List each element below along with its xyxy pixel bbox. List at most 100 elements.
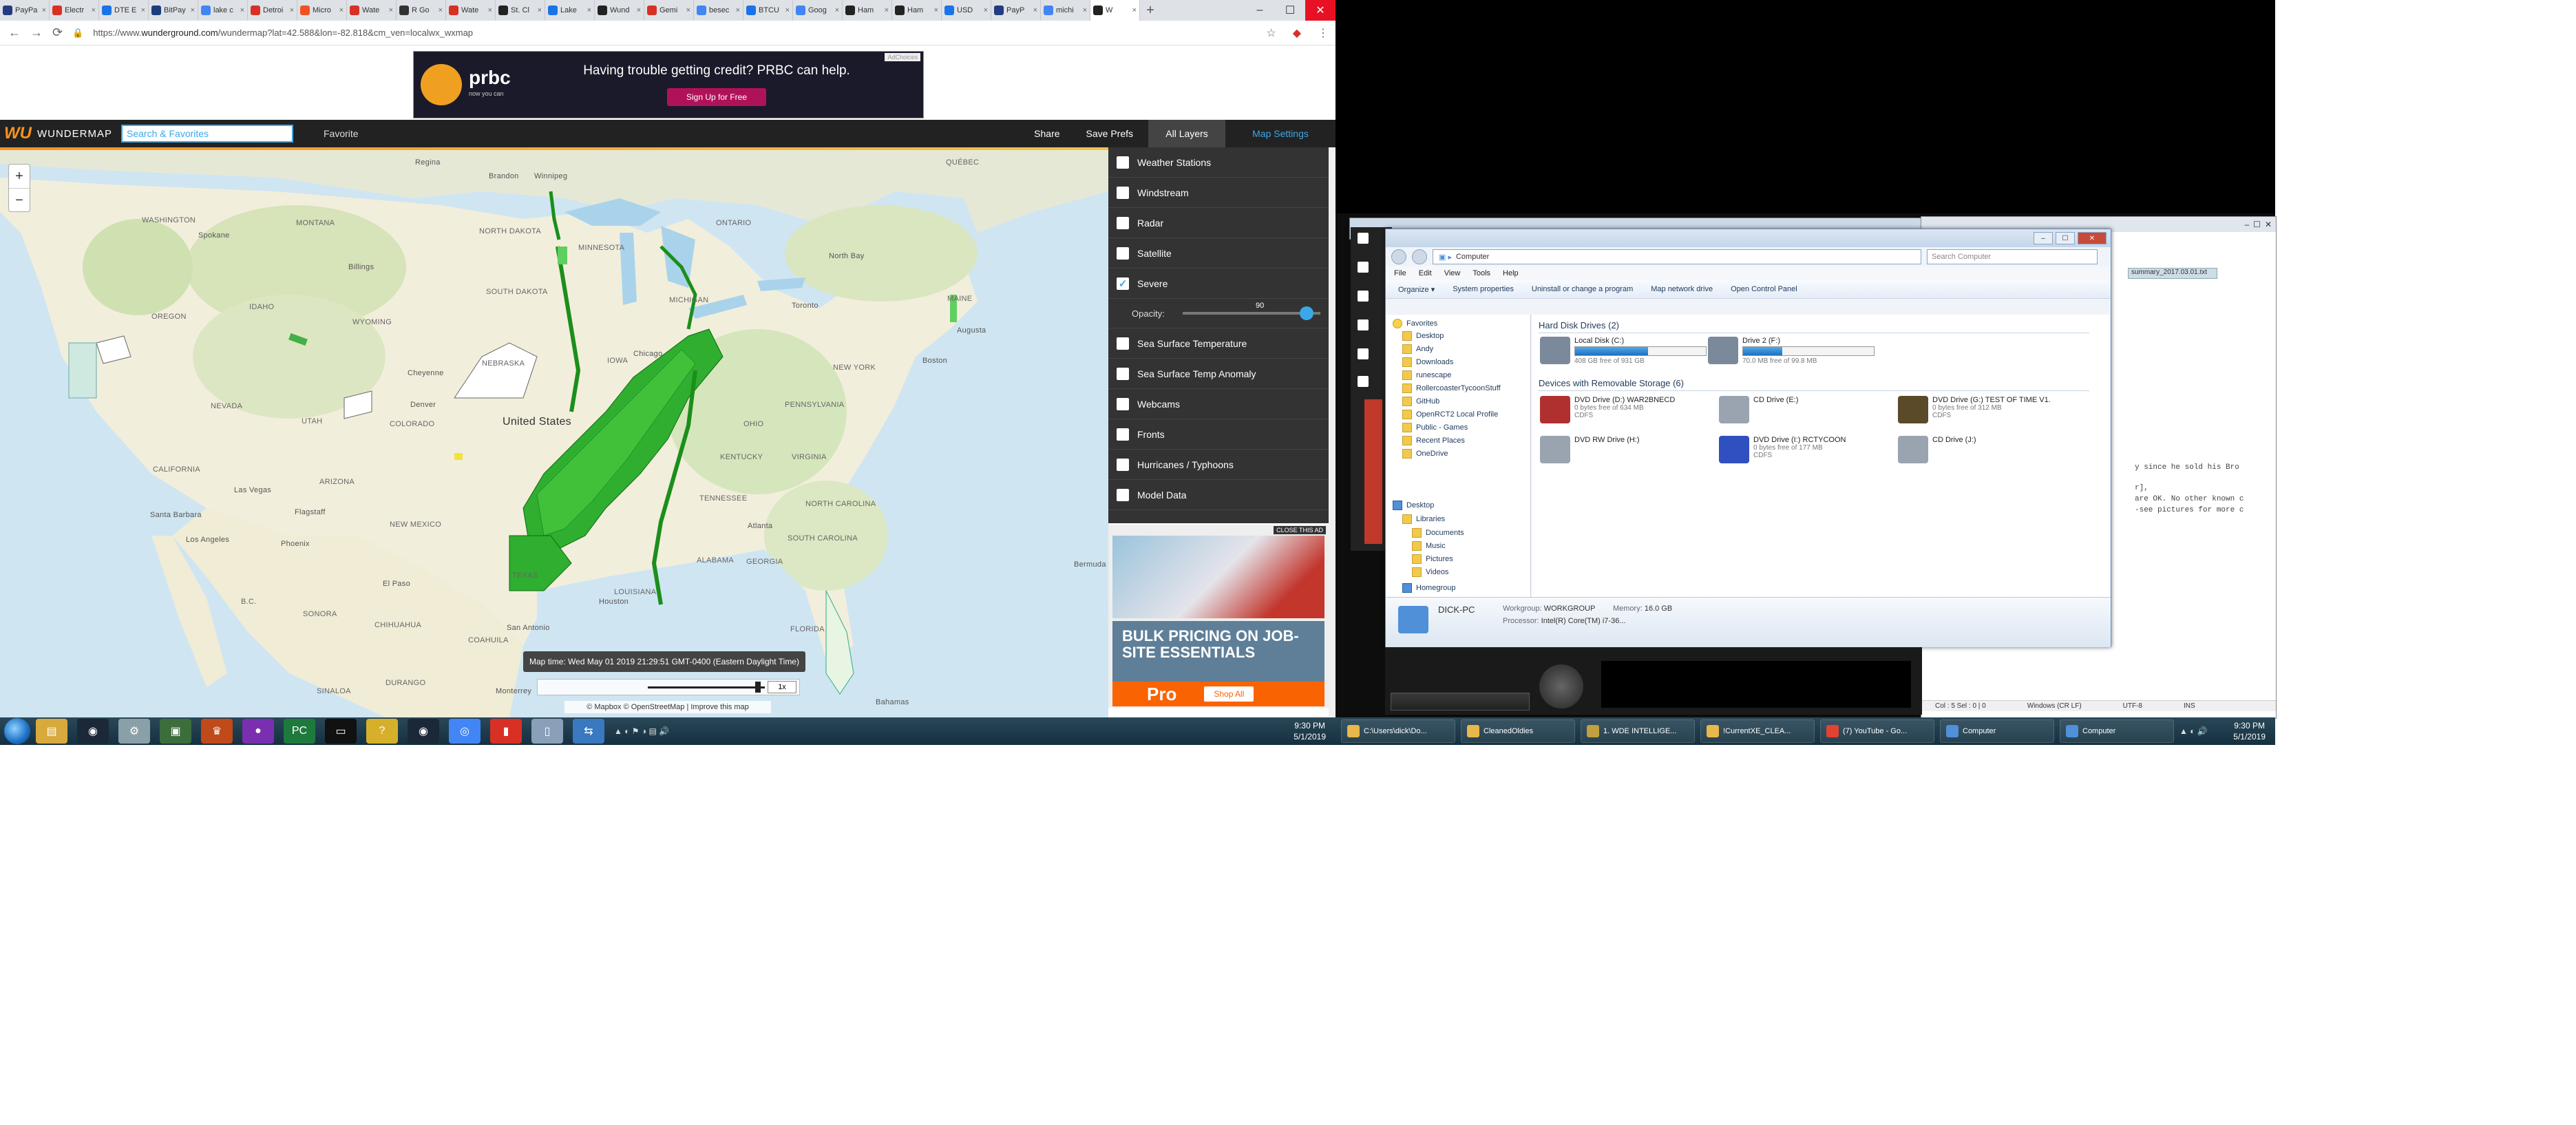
layer-item[interactable]: Satellite [1108, 238, 1329, 269]
share-link[interactable]: Share [1034, 128, 1059, 139]
media-pin-icon[interactable]: ● [242, 719, 274, 744]
tab-all-layers[interactable]: All Layers [1148, 120, 1225, 147]
settings-pin-icon[interactable]: ⚙ [118, 719, 150, 744]
taskbar-task[interactable]: C:\Users\dick\Do... [1341, 719, 1455, 743]
reload-icon[interactable]: ⟳ [52, 25, 63, 40]
browser-tab[interactable]: Wate × [446, 0, 496, 21]
browser-tab[interactable]: Micro × [297, 0, 347, 21]
layer-checkbox[interactable] [1117, 428, 1129, 441]
menu-item[interactable]: View [1444, 269, 1461, 277]
layer-checkbox[interactable] [1117, 488, 1129, 501]
tab-close-icon[interactable]: × [42, 6, 46, 14]
nav-favorite-item[interactable]: Recent Places [1402, 436, 1465, 445]
timeline-handle[interactable] [755, 682, 761, 693]
browser-tab[interactable]: Electr × [50, 0, 99, 21]
nav-desktop[interactable]: Desktop [1393, 501, 1434, 510]
menu-item[interactable]: Help [1503, 269, 1519, 277]
browser-tab[interactable]: PayP × [991, 0, 1041, 21]
side-advertisement[interactable]: CLOSE THIS AD BULK PRICING ON JOB-SITE E… [1108, 525, 1329, 708]
layer-item[interactable]: Fronts [1108, 419, 1329, 450]
toolbar-button[interactable]: Organize ▾ [1398, 285, 1435, 294]
menu-item[interactable]: File [1394, 269, 1406, 277]
notepad-minimize[interactable]: – [2244, 220, 2249, 229]
tab-close-icon[interactable]: × [191, 6, 195, 14]
taskbar-task[interactable]: !CurrentXE_CLEA... [1700, 719, 1815, 743]
browser-tab[interactable]: Gemi × [644, 0, 694, 21]
back-icon[interactable]: ← [8, 25, 21, 40]
nav-favorite-item[interactable]: RollercoasterTycoonStuff [1402, 383, 1501, 393]
taskbar-task[interactable]: CleanedOldies [1461, 719, 1575, 743]
browser-tab[interactable]: St. Cl × [496, 0, 545, 21]
taskbar-task[interactable]: Computer [1940, 719, 2054, 743]
nav-homegroup[interactable]: Homegroup [1402, 583, 1455, 593]
layer-checkbox[interactable] [1117, 458, 1129, 471]
page-scrollbar[interactable] [1329, 147, 1335, 717]
group-removable[interactable]: Devices with Removable Storage (6) [1539, 378, 2089, 391]
nav-favorite-item[interactable]: OpenRCT2 Local Profile [1402, 410, 1498, 419]
taskbar-task[interactable]: (7) YouTube - Go... [1820, 719, 1934, 743]
menu-icon[interactable]: ⋮ [1318, 26, 1329, 40]
layer-item[interactable]: Weather Stations [1108, 147, 1329, 178]
tab-close-icon[interactable]: × [141, 6, 145, 14]
terminal-pin-icon[interactable]: ▭ [325, 719, 357, 744]
pycharm-pin-icon[interactable]: PC [284, 719, 315, 744]
browser-tab[interactable]: Ham × [892, 0, 942, 21]
browser-tab[interactable]: Wund × [595, 0, 644, 21]
tab-close-icon[interactable]: × [587, 6, 591, 14]
browser-tab[interactable]: BitPay × [149, 0, 198, 21]
clock-right[interactable]: 9:30 PM 5/1/2019 [2233, 720, 2266, 742]
browser-tab[interactable]: W × [1090, 0, 1140, 21]
layer-checkbox[interactable] [1117, 156, 1129, 169]
tab-close-icon[interactable]: × [637, 6, 641, 14]
nav-library-item[interactable]: Videos [1412, 567, 1448, 577]
layer-checkbox[interactable] [1117, 216, 1129, 229]
notepad-close[interactable]: ✕ [2265, 220, 2272, 229]
network-pin-icon[interactable]: ⇆ [573, 719, 604, 744]
speed-select[interactable]: 1x [768, 681, 796, 693]
close-ad-button[interactable]: CLOSE THIS AD [1274, 526, 1326, 534]
explorer-search-input[interactable]: Search Computer [1927, 249, 2098, 264]
explorer-pin-icon[interactable]: ▤ [36, 719, 67, 744]
tab-close-icon[interactable]: × [389, 6, 393, 14]
strip-checkbox[interactable] [1358, 348, 1369, 359]
save-prefs-link[interactable]: Save Prefs [1086, 128, 1133, 139]
strip-checkbox[interactable] [1358, 376, 1369, 387]
tab-close-icon[interactable]: × [538, 6, 542, 14]
tab-close-icon[interactable]: × [488, 6, 492, 14]
url-field[interactable]: https://www.wunderground.com/wundermap?l… [93, 28, 1256, 38]
nav-favorites[interactable]: Favorites [1393, 319, 1437, 328]
browser-tab[interactable]: besec × [694, 0, 743, 21]
opacity-slider-handle[interactable] [1299, 306, 1313, 320]
timeline-track[interactable] [648, 686, 765, 688]
notes-pin-icon[interactable]: ▯ [531, 719, 563, 744]
nav-library-item[interactable]: Music [1412, 541, 1446, 551]
browser-tab[interactable]: Lake × [545, 0, 595, 21]
steam-pin-icon[interactable]: ◉ [77, 719, 109, 744]
steam2-pin-icon[interactable]: ◉ [408, 719, 439, 744]
tab-close-icon[interactable]: × [339, 6, 344, 14]
nav-library-item[interactable]: Pictures [1412, 554, 1453, 564]
star-icon[interactable]: ☆ [1266, 26, 1276, 40]
zoom-in-button[interactable]: + [9, 165, 30, 189]
ad-signup-button[interactable]: Sign Up for Free [666, 88, 767, 106]
wundermap-logo[interactable]: WU WUNDERMAP [0, 124, 121, 143]
lock-icon[interactable]: 🔒 [72, 28, 83, 39]
explorer-path[interactable]: ▣ ▸ Computer [1433, 249, 1921, 264]
tab-close-icon[interactable]: × [686, 6, 690, 14]
explorer-forward-button[interactable] [1412, 249, 1427, 264]
adchoices-badge[interactable]: AdChoices [885, 53, 920, 61]
toolbar-button[interactable]: Uninstall or change a program [1532, 285, 1633, 293]
browser-tab[interactable]: michi × [1041, 0, 1090, 21]
layer-checkbox[interactable] [1117, 246, 1129, 260]
zoom-out-button[interactable]: − [9, 189, 30, 212]
menu-item[interactable]: Edit [1419, 269, 1432, 277]
tab-close-icon[interactable]: × [290, 6, 294, 14]
game-pin-icon[interactable]: ♛ [201, 719, 233, 744]
layer-checkbox[interactable] [1117, 337, 1129, 350]
layer-checkbox[interactable] [1117, 397, 1129, 410]
nav-libraries[interactable]: Libraries [1402, 514, 1445, 524]
new-tab-button[interactable]: + [1140, 0, 1161, 21]
strip-checkbox[interactable] [1358, 262, 1369, 273]
explorer-back-button[interactable] [1391, 249, 1406, 264]
maximize-button[interactable]: ☐ [1275, 0, 1305, 21]
